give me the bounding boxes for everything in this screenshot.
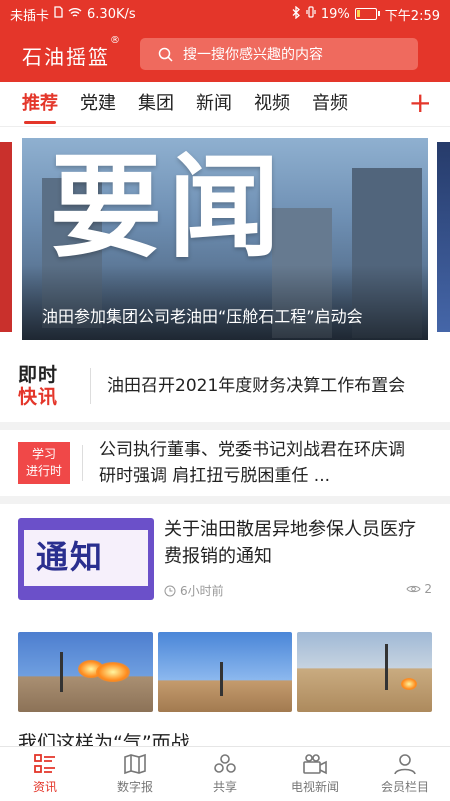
nav-share[interactable]: 共享 (180, 747, 270, 801)
tab-group[interactable]: 集团 (138, 82, 174, 126)
app-logo: 石油摇篮 ® (22, 34, 122, 69)
image-gallery-card[interactable] (18, 632, 433, 712)
nav-tv-news[interactable]: 电视新闻 (270, 747, 360, 801)
article-title: 关于油田散居异地参保人员医疗费报销的通知 (164, 519, 416, 567)
battery-percent: 19% (320, 6, 350, 22)
article-time: 6小时前 (180, 584, 224, 598)
app-header: 石油摇篮 ® 搜一搜你感兴趣的内容 (0, 28, 450, 82)
study-news-text: 公司执行董事、党委书记刘战君在环庆调研时强调 肩扛扭亏脱困重任 ... (99, 440, 405, 486)
clock-icon (164, 585, 176, 596)
tab-audio[interactable]: 音频 (312, 82, 348, 126)
article-card[interactable]: 通知 关于油田散居异地参保人员医疗费报销的通知 6小时前 2 (18, 516, 432, 606)
vibrate-icon (306, 6, 316, 22)
gallery-image (157, 632, 293, 712)
plus-icon[interactable]: + (409, 88, 432, 118)
bluetooth-icon (292, 5, 301, 23)
network-speed: 6.30K/s (87, 6, 136, 22)
quick-news-row[interactable]: 即时 快讯 油田召开2021年度财务决算工作布置会 (0, 356, 450, 416)
gallery-image (297, 632, 433, 712)
clock: 下午2:59 (384, 8, 440, 24)
video-camera-icon (303, 754, 327, 775)
banner-carousel[interactable]: 要闻 油田参加集团公司老油田“压舱石工程”启动会 (0, 138, 450, 340)
tab-video[interactable]: 视频 (254, 82, 290, 126)
tab-news[interactable]: 新闻 (196, 82, 232, 126)
quick-news-text: 油田召开2021年度财务决算工作布置会 (107, 376, 406, 396)
status-bar: 未插卡 6.30K/s 19% 下午2:59 (0, 0, 450, 28)
carrier-label: 未插卡 (10, 8, 50, 24)
sim-icon (54, 6, 63, 22)
tab-party-building[interactable]: 党建 (80, 82, 116, 126)
gallery-image (18, 632, 153, 712)
banner-headline-graphic: 要闻 (50, 143, 286, 273)
carousel-prev-slide[interactable] (0, 142, 12, 332)
banner-caption: 油田参加集团公司老油田“压舱石工程”启动会 (42, 307, 363, 326)
tab-recommend[interactable]: 推荐 (22, 82, 58, 126)
battery-icon (354, 8, 380, 20)
nav-digital-paper[interactable]: 数字报 (90, 747, 180, 801)
eye-icon (406, 585, 421, 593)
banner-slide[interactable]: 要闻 油田参加集团公司老油田“压舱石工程”启动会 (22, 138, 428, 340)
divider (0, 422, 450, 430)
newspaper-icon (124, 753, 146, 775)
news-list-icon (34, 754, 55, 773)
nav-member[interactable]: 会员栏目 (360, 747, 450, 801)
bottom-navigation: 资讯 数字报 共享 电视新闻 会员栏目 (0, 746, 450, 801)
wifi-icon (68, 7, 82, 22)
search-bar[interactable]: 搜一搜你感兴趣的内容 (140, 38, 418, 70)
article-views: 2 (424, 582, 432, 596)
study-badge: 学习 进行时 (18, 442, 70, 484)
quick-news-badge: 即时 快讯 (18, 364, 59, 408)
nav-news[interactable]: 资讯 (0, 747, 90, 801)
study-news-row[interactable]: 学习 进行时 公司执行董事、党委书记刘战君在环庆调研时强调 肩扛扭亏脱困重任 .… (0, 434, 450, 492)
search-placeholder: 搜一搜你感兴趣的内容 (183, 47, 323, 63)
article-thumbnail: 通知 (18, 518, 154, 600)
next-article-title[interactable]: 我们这样为“气”而战 (18, 728, 190, 748)
carousel-next-slide[interactable] (437, 142, 450, 332)
search-icon (158, 47, 173, 62)
share-circles-icon (214, 754, 236, 773)
category-tabs: 推荐 党建 集团 新闻 视频 音频 (0, 82, 450, 127)
user-icon (394, 754, 416, 775)
divider (0, 496, 450, 504)
